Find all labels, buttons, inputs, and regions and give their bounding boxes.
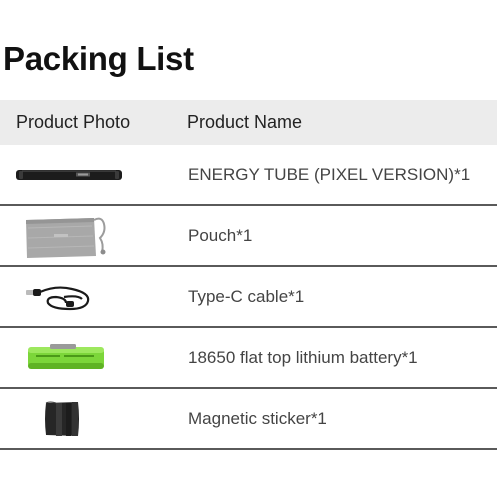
- product-name: Magnetic sticker*1: [188, 408, 327, 428]
- product-photo-cell: [0, 328, 130, 387]
- product-name: 18650 flat top lithium battery*1: [188, 347, 418, 367]
- table-row: ENERGY TUBE (PIXEL VERSION)*1: [0, 145, 497, 206]
- header-product-photo: Product Photo: [16, 112, 131, 132]
- product-photo-cell: [0, 145, 130, 204]
- table-header: Product Photo Product Name: [0, 100, 497, 145]
- usb-c-cable-icon: [26, 281, 96, 313]
- product-photo-cell: [0, 389, 130, 448]
- header-product-name: Product Name: [187, 112, 303, 132]
- table-row: Magnetic sticker*1: [0, 389, 497, 450]
- light-tube-icon: [16, 169, 122, 181]
- table-row: Pouch*1: [0, 206, 497, 267]
- pouch-icon: [24, 212, 110, 262]
- table-row: Type-C cable*1: [0, 267, 497, 328]
- page-title: Packing List: [3, 40, 194, 77]
- product-photo-cell: [0, 267, 130, 326]
- product-name: Pouch*1: [188, 225, 253, 245]
- magnetic-sticker-icon: [42, 399, 82, 439]
- product-name: ENERGY TUBE (PIXEL VERSION)*1: [188, 164, 471, 184]
- table-row: 18650 flat top lithium battery*1: [0, 328, 497, 389]
- product-photo-cell: [0, 206, 130, 265]
- packing-list-table: Product Photo Product Name ENERGY TUBE (…: [0, 100, 497, 450]
- product-name: Type-C cable*1: [188, 286, 305, 306]
- battery-icon: [28, 344, 106, 370]
